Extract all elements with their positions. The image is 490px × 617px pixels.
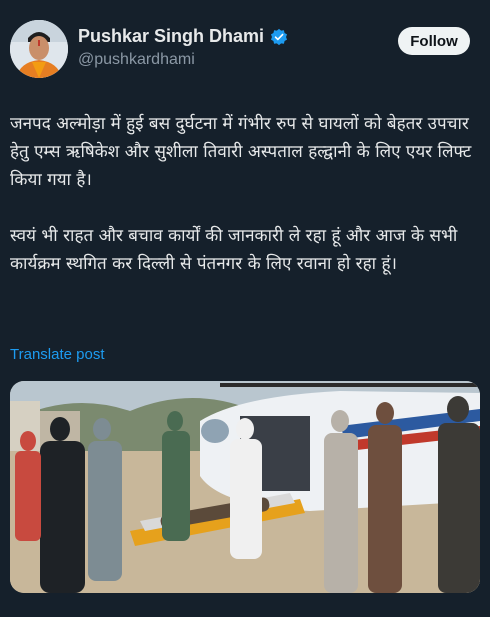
post-header: Pushkar Singh Dhami @pushkardhami Follow [10, 20, 480, 84]
follow-button[interactable]: Follow [398, 27, 470, 55]
author-display-name[interactable]: Pushkar Singh Dhami [78, 26, 288, 47]
post-text: जनपद अल्मोड़ा में हुई बस दुर्घटना में गं… [10, 114, 472, 274]
verified-badge-icon [270, 28, 288, 46]
profile-avatar[interactable] [10, 20, 68, 78]
post-media-image[interactable] [10, 381, 480, 593]
display-name-text: Pushkar Singh Dhami [78, 26, 265, 46]
helicopter-evacuation-photo [10, 381, 480, 593]
translate-post-link[interactable]: Translate post [10, 346, 105, 363]
author-handle[interactable]: @pushkardhami [78, 51, 288, 69]
author-names: Pushkar Singh Dhami @pushkardhami [78, 26, 288, 69]
